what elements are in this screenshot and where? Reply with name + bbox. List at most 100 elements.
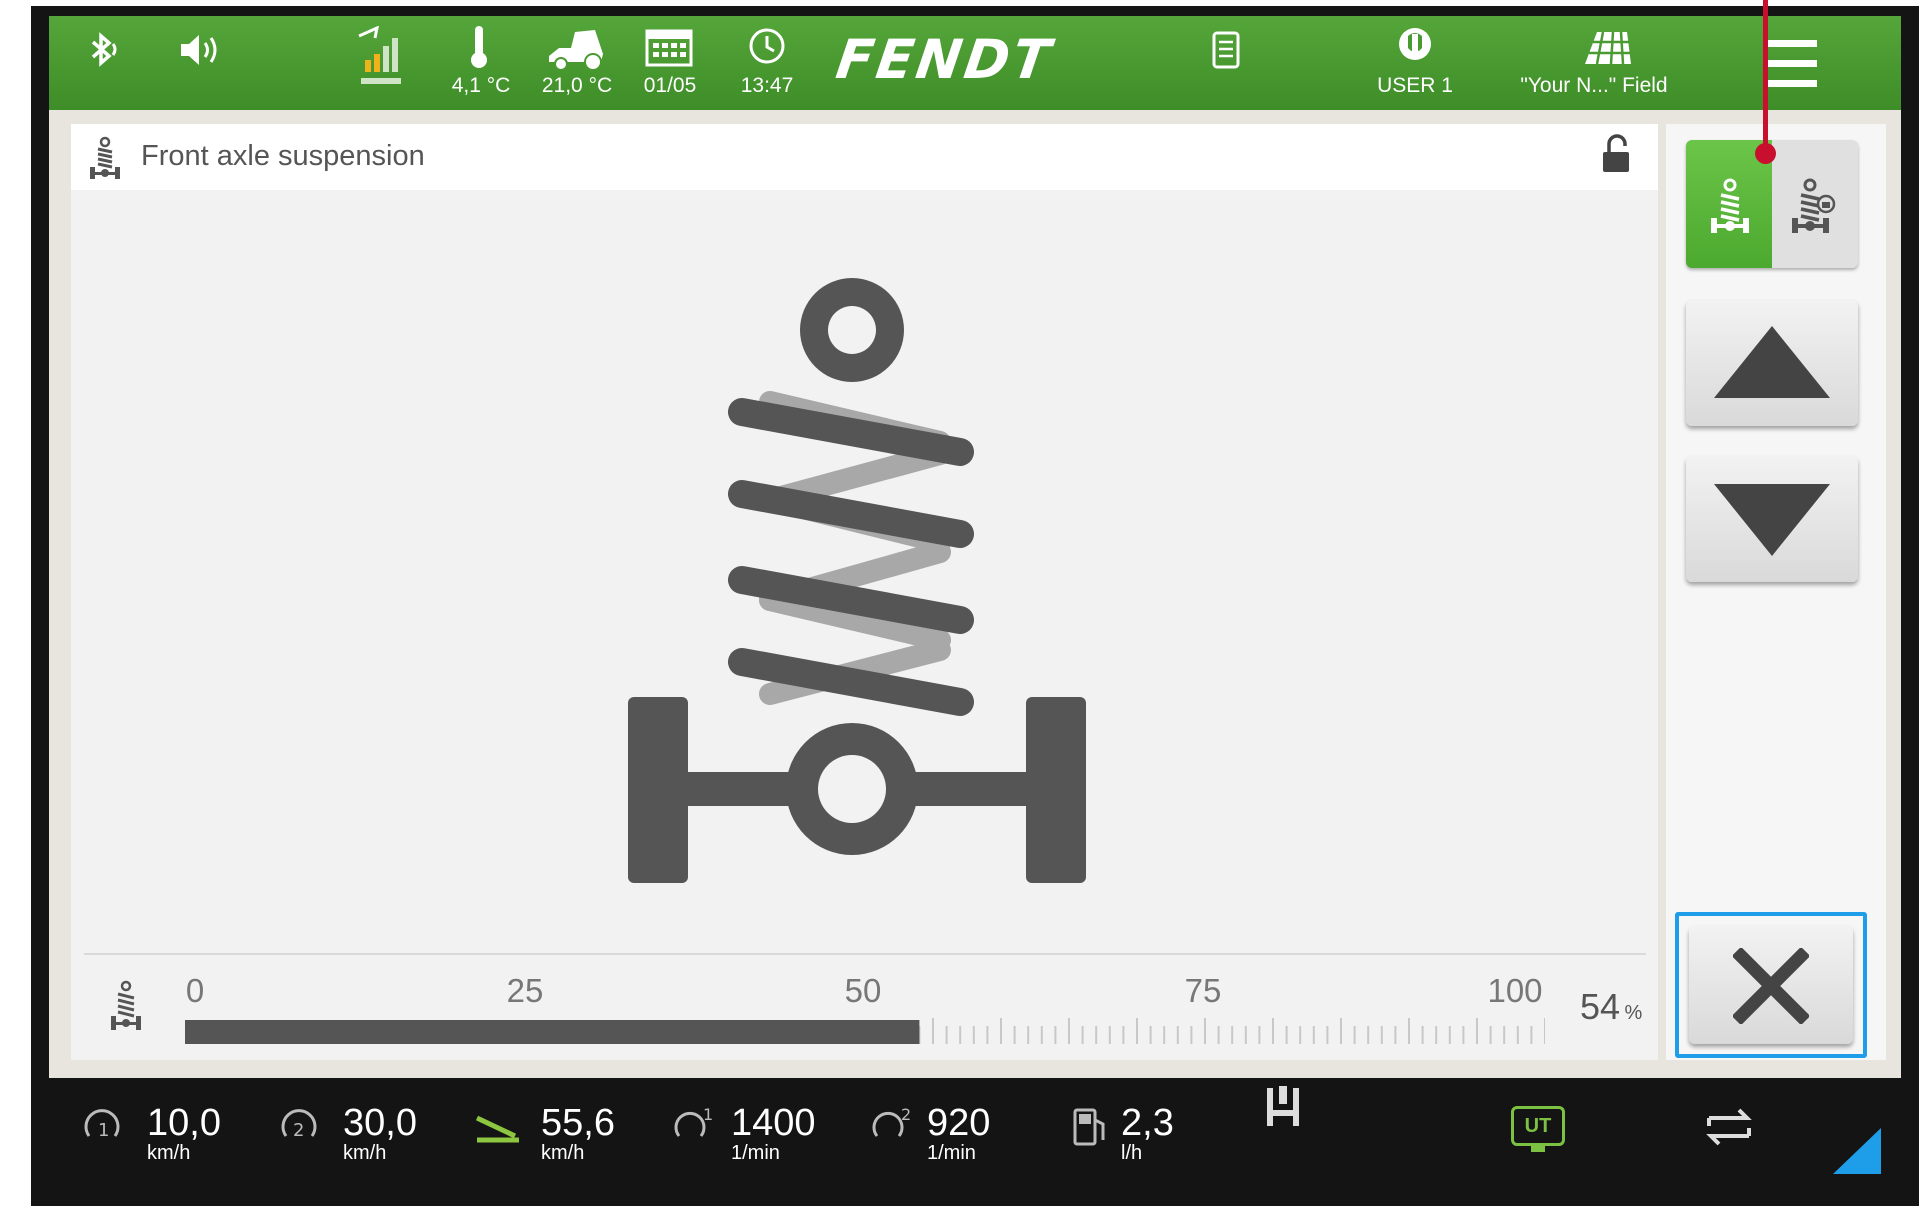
field-icon[interactable]	[1583, 28, 1633, 68]
lower-button[interactable]	[1686, 456, 1858, 582]
slider-tick	[1503, 1026, 1506, 1044]
slider-tick	[1408, 1018, 1410, 1044]
corner-triangle-icon[interactable]	[1831, 1126, 1883, 1176]
svg-text:2: 2	[293, 1120, 304, 1141]
slider-tick	[1217, 1026, 1220, 1044]
cruise-speed-2-unit: km/h	[343, 1142, 387, 1164]
slider-tick	[1163, 1026, 1166, 1044]
arrow-down-icon	[1714, 484, 1830, 556]
outside-temperature-icon	[471, 26, 487, 68]
user-icon[interactable]	[1395, 26, 1435, 68]
slider-tick	[1380, 1026, 1383, 1044]
slider-tick	[1136, 1018, 1138, 1044]
close-button[interactable]	[1689, 926, 1853, 1044]
fuel-consumption-value: 2,3	[1121, 1102, 1174, 1144]
engine-speed-1-unit: 1/min	[731, 1142, 780, 1164]
slider-tick	[932, 1018, 934, 1044]
slider-tick	[945, 1026, 948, 1044]
cruise-speed-1-value: 10,0	[147, 1102, 221, 1144]
slider-tick	[1367, 1026, 1370, 1044]
engine-speed-2-icon: 2	[872, 1105, 911, 1137]
slider-tick	[1353, 1026, 1356, 1044]
slider-value-unit: %	[1624, 1002, 1643, 1024]
svg-text:1: 1	[703, 1105, 713, 1124]
arrow-up-icon	[1714, 326, 1830, 398]
slider-tick	[1544, 1018, 1545, 1044]
fuel-consumption-icon	[1073, 1108, 1105, 1146]
slider-tick	[1516, 1026, 1519, 1044]
gps-signal-icon[interactable]	[355, 26, 411, 86]
tick-label-100: 100	[1487, 972, 1543, 1009]
user-name[interactable]: USER 1	[1377, 74, 1453, 98]
slider-tick	[1054, 1026, 1057, 1044]
slider-tick	[1231, 1026, 1234, 1044]
status-bar: 4,1 °C 21,0 °C 01/05 13:47 FENDT USER 1 …	[49, 16, 1901, 110]
outside-temperature: 4,1 °C	[451, 74, 511, 97]
slider-tick	[972, 1026, 975, 1044]
fuel-consumption-unit: l/h	[1121, 1142, 1143, 1164]
tick-label-75: 75	[1184, 972, 1222, 1009]
field-name[interactable]: "Your N..." Field	[1520, 74, 1667, 98]
tick-label-50: 50	[844, 972, 882, 1009]
slider-tick	[1272, 1018, 1274, 1044]
swap-icon[interactable]	[1703, 1104, 1755, 1150]
slider-fill	[185, 1020, 920, 1044]
panel-title: Front axle suspension	[141, 140, 425, 172]
svg-text:1: 1	[98, 1120, 109, 1141]
hitch-icon[interactable]	[1263, 1084, 1303, 1134]
info-bar: 1 10,0 km/h 2 30,0 km/h 55,6 km/h 1 1400…	[49, 1078, 1901, 1188]
suspension-level-slider[interactable]	[185, 1014, 1545, 1046]
slider-tick	[1326, 1026, 1329, 1044]
slider-tick	[1435, 1026, 1438, 1044]
tick-label-25: 25	[506, 972, 544, 1009]
slider-tick	[1489, 1026, 1492, 1044]
slider-tick	[1108, 1026, 1111, 1044]
slider-tick	[1000, 1018, 1002, 1044]
slider-tick	[1244, 1026, 1247, 1044]
slider-tick	[1394, 1026, 1397, 1044]
ut-label: UT	[1524, 1115, 1552, 1137]
slider-tick	[1448, 1026, 1451, 1044]
slider-tick	[1462, 1026, 1465, 1044]
annotation-dot	[1755, 143, 1776, 164]
slider-divider	[84, 953, 1646, 955]
suspension-lock-mode-icon[interactable]	[1790, 178, 1838, 234]
cruise-speed-2-value: 30,0	[343, 1102, 417, 1144]
speaker-icon[interactable]	[177, 30, 225, 70]
fendt-logo: FENDT	[832, 28, 1057, 91]
front-axle-suspension-illustration	[628, 278, 1086, 883]
cab-temperature-icon	[549, 30, 603, 70]
suspension-small-icon	[90, 136, 120, 179]
slider-tick	[1190, 1026, 1193, 1044]
clock-icon	[749, 28, 785, 64]
panel-header: Front axle suspension	[71, 124, 1658, 190]
bluetooth-icon[interactable]	[85, 30, 125, 70]
slider-tick	[1258, 1026, 1261, 1044]
cruise-speed-1-icon: 1	[84, 1109, 120, 1141]
slider-tick	[1204, 1018, 1206, 1044]
slider-tick-labels: 0 25 50 75 100	[185, 970, 1545, 1020]
slider-tick	[1027, 1026, 1030, 1044]
menu-icon[interactable]	[1761, 38, 1819, 90]
ut-button[interactable]: UT	[1511, 1106, 1565, 1146]
engine-speed-2-value: 920	[927, 1102, 991, 1144]
slider-tick	[1122, 1026, 1125, 1044]
slider-tick	[1285, 1026, 1288, 1044]
slider-tick	[1421, 1026, 1424, 1044]
annotation-line	[1763, 0, 1768, 152]
slider-tick	[1530, 1026, 1533, 1044]
suspension-active-icon	[1711, 178, 1749, 233]
slider-tick	[986, 1026, 989, 1044]
engine-speed-1-value: 1400	[731, 1102, 816, 1144]
slider-tick	[1476, 1018, 1478, 1044]
cruise-speed-1-unit: km/h	[147, 1142, 191, 1164]
raise-button[interactable]	[1686, 300, 1858, 426]
engine-speed-1-icon: 1	[674, 1105, 713, 1137]
slider-tick	[1312, 1026, 1315, 1044]
date-display: 01/05	[643, 74, 697, 97]
slider-tick	[1095, 1026, 1098, 1044]
unlock-icon[interactable]	[1600, 134, 1632, 176]
ground-speed-value: 55,6	[541, 1102, 615, 1144]
document-icon[interactable]	[1211, 30, 1241, 70]
slider-tick	[1068, 1018, 1070, 1044]
